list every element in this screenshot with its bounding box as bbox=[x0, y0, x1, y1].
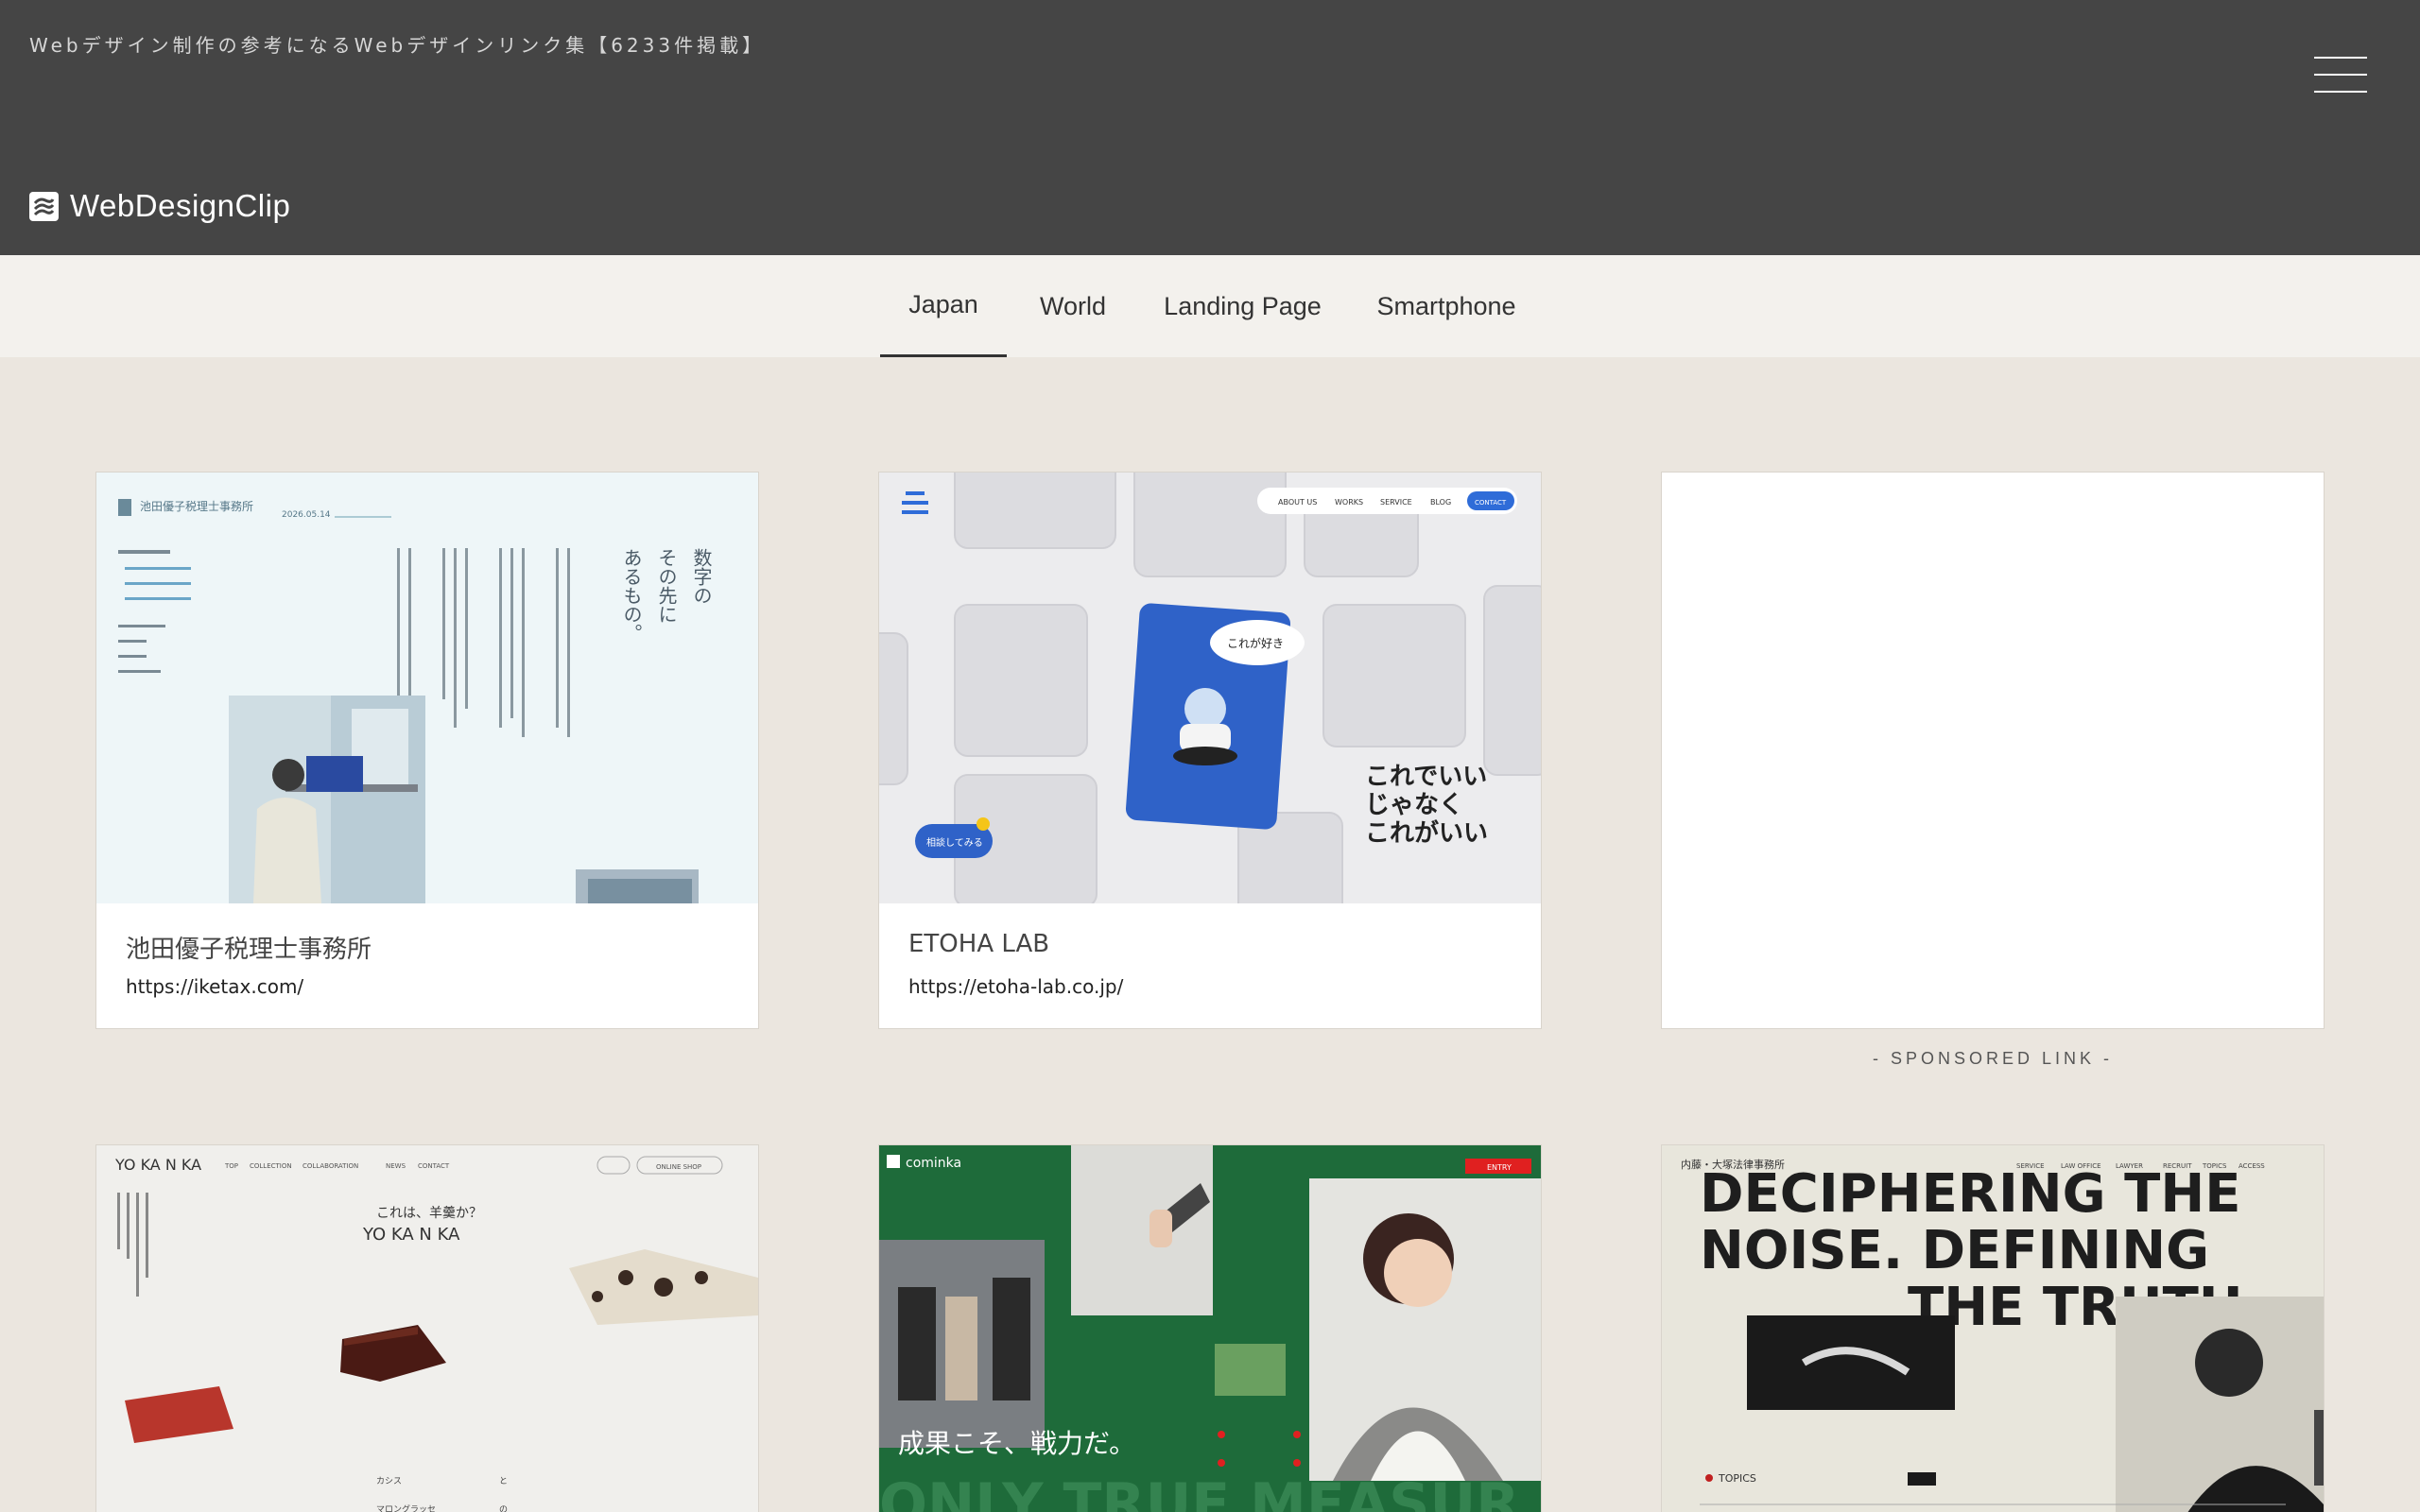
thumb-nav-collab: COLLABORATION bbox=[302, 1162, 358, 1170]
thumb-nav-access: ACCESS bbox=[2238, 1162, 2265, 1170]
thumb-sub: YO KA N KA bbox=[362, 1225, 460, 1245]
svg-text:と: と bbox=[499, 1476, 508, 1486]
site-thumbnail[interactable]: cominka ENTRY 成果こそ、戦力だ。 ONLY TRUE MEASUR bbox=[879, 1145, 1541, 1512]
thumb-cta: 相談してみる bbox=[926, 836, 983, 849]
tab-world[interactable]: World bbox=[1026, 255, 1120, 357]
thumb-nav-top: TOP bbox=[224, 1162, 238, 1170]
site-logo[interactable]: WebDesignClip bbox=[29, 185, 290, 227]
svg-text:数字の: 数字の bbox=[690, 548, 713, 605]
site-title[interactable]: 池田優子税理士事務所 bbox=[126, 930, 372, 965]
tab-landing-page[interactable]: Landing Page bbox=[1155, 255, 1330, 357]
sponsored-label: - SPONSORED LINK - bbox=[1872, 1049, 2114, 1068]
thumb-topics: TOPICS bbox=[1718, 1472, 1756, 1485]
site-thumbnail[interactable]: 池田優子税理士事務所 2026.05.14 数字の その先に あるもの。 bbox=[96, 472, 758, 903]
thumb-firm-name: 池田優子税理士事務所 bbox=[140, 500, 253, 513]
thumb-bubble: これが好き bbox=[1227, 636, 1284, 650]
site-card[interactable]: cominka ENTRY 成果こそ、戦力だ。 ONLY TRUE MEASUR bbox=[878, 1144, 1542, 1512]
menu-icon[interactable] bbox=[2314, 57, 2367, 94]
site-card[interactable]: 池田優子税理士事務所 2026.05.14 数字の その先に あるもの。 池田優… bbox=[95, 472, 759, 1029]
site-tagline: Webデザイン制作の参考になるWebデザインリンク集【6233件掲載】 bbox=[29, 34, 766, 57]
thumb-nav-blog: BLOG bbox=[1430, 498, 1451, 507]
thumb-nav-contact: CONTACT bbox=[1475, 499, 1507, 507]
svg-text:あるもの。: あるもの。 bbox=[620, 548, 643, 643]
thumb-headline: 成果こそ、戦力だ。 bbox=[898, 1428, 1135, 1459]
thumb-entry: ENTRY bbox=[1487, 1163, 1512, 1172]
thumb-nav-collection: COLLECTION bbox=[250, 1162, 292, 1170]
logo-icon bbox=[29, 191, 59, 221]
site-card[interactable]: 内藤・大塚法律事務所 SERVICE LAW OFFICE LAWYER REC… bbox=[1661, 1144, 2325, 1512]
site-url[interactable]: https://etoha-lab.co.jp/ bbox=[908, 975, 1123, 998]
site-thumbnail[interactable]: ABOUT US WORKS SERVICE BLOG CONTACT これが好… bbox=[879, 472, 1541, 903]
category-tabbar: Japan World Landing Page Smartphone bbox=[0, 255, 2420, 357]
thumb-nav-contact: CONTACT bbox=[418, 1162, 450, 1170]
thumb-nav-about: ABOUT US bbox=[1278, 498, 1317, 507]
thumb-bg-text: ONLY TRUE MEASUR bbox=[879, 1471, 1519, 1512]
thumb-shop: ONLINE SHOP bbox=[656, 1163, 701, 1171]
thumb-brand: cominka bbox=[906, 1156, 961, 1171]
svg-text:その先に: その先に bbox=[655, 548, 678, 624]
thumb-nav-service: SERVICE bbox=[1380, 498, 1412, 507]
thumb-headline-1: DECIPHERING THE bbox=[1700, 1163, 2240, 1225]
site-card[interactable]: YO KA N KA TOP COLLECTION COLLABORATION … bbox=[95, 1144, 759, 1512]
svg-text:カシス: カシス bbox=[376, 1476, 402, 1486]
site-url[interactable]: https://iketax.com/ bbox=[126, 975, 303, 998]
thumb-headline-1: これでいい bbox=[1365, 763, 1487, 791]
tab-smartphone[interactable]: Smartphone bbox=[1366, 255, 1527, 357]
site-thumbnail[interactable]: YO KA N KA TOP COLLECTION COLLABORATION … bbox=[96, 1145, 758, 1512]
thumb-nav-news: NEWS bbox=[386, 1162, 406, 1170]
site-card[interactable]: ABOUT US WORKS SERVICE BLOG CONTACT これが好… bbox=[878, 472, 1542, 1029]
thumb-nav-works: WORKS bbox=[1335, 498, 1363, 507]
site-title[interactable]: ETOHA LAB bbox=[908, 930, 1049, 958]
site-header: Webデザイン制作の参考になるWebデザインリンク集【6233件掲載】 WebD… bbox=[0, 0, 2420, 255]
svg-text:マロングラッセ: マロングラッセ bbox=[376, 1503, 436, 1512]
thumb-brand: YO KA N KA bbox=[114, 1156, 201, 1174]
thumb-headline-2: NOISE. DEFINING bbox=[1700, 1220, 2209, 1281]
thumb-headline-3: これがいい bbox=[1365, 818, 1488, 848]
thumb-headline-2: じゃなく bbox=[1365, 791, 1463, 819]
svg-text:の: の bbox=[499, 1505, 508, 1512]
logo-text: WebDesignClip bbox=[70, 188, 291, 223]
sponsored-ad-slot[interactable] bbox=[1661, 472, 2325, 1029]
thumb-date: 2026.05.14 bbox=[282, 510, 331, 520]
thumb-tagline: これは、羊羹か？ bbox=[376, 1206, 482, 1221]
tab-japan[interactable]: Japan bbox=[880, 255, 1007, 357]
site-thumbnail[interactable]: 内藤・大塚法律事務所 SERVICE LAW OFFICE LAWYER REC… bbox=[1662, 1145, 2324, 1512]
